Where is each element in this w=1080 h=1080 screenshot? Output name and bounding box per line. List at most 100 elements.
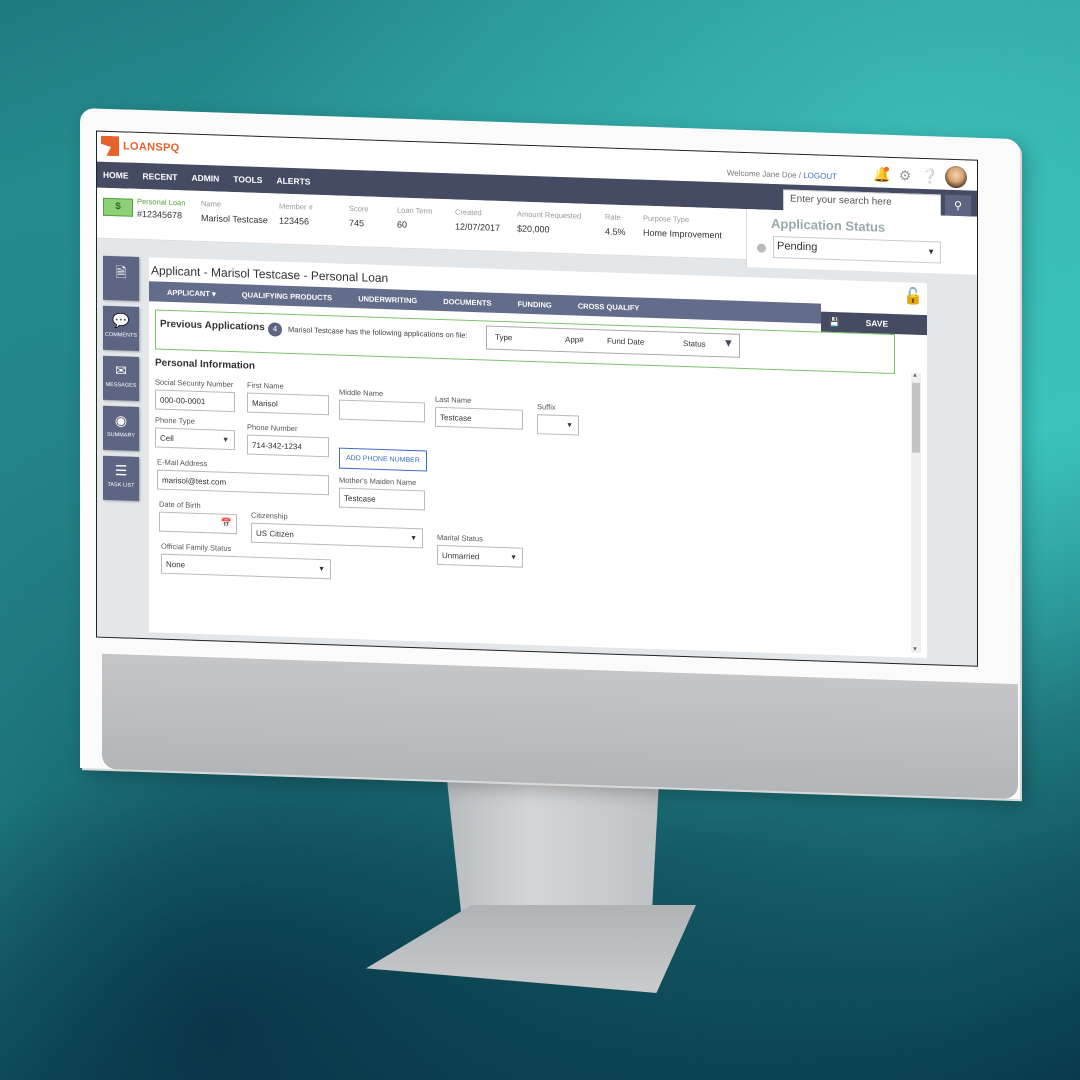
last-name-input[interactable]: Testcase: [435, 406, 523, 430]
info-label: Score: [349, 203, 369, 214]
logo[interactable]: LOANSPQ: [101, 136, 180, 159]
field-label: Suffix: [537, 402, 556, 412]
chevron-down-icon: ▼: [510, 554, 517, 562]
family-status-field: Official Family Status None ▼: [161, 542, 331, 580]
tab-cross-qualify[interactable]: CROSS QUALIFY: [578, 301, 640, 312]
family-status-select[interactable]: None ▼: [161, 553, 331, 580]
application-status-panel: Application Status Pending ▼: [746, 209, 977, 275]
calendar-icon[interactable]: 📅: [221, 518, 232, 529]
citizenship-select[interactable]: US Citizen ▼: [251, 522, 423, 549]
status-select[interactable]: Pending ▼: [773, 235, 941, 264]
save-label: SAVE: [865, 318, 889, 329]
phone-type-field: Phone Type Cell ▼: [155, 415, 235, 451]
previous-applications-dropdown[interactable]: Type App# Fund Date Status ▼: [486, 325, 740, 358]
info-value: 123456: [279, 215, 310, 227]
nav-tools[interactable]: TOOLS: [233, 174, 262, 185]
phone-number-input[interactable]: 714-342-1234: [247, 434, 329, 458]
help-icon[interactable]: ❔: [921, 168, 938, 185]
loan-type-label: Personal Loan: [137, 196, 186, 208]
previous-applications-title: Previous Applications: [160, 318, 265, 334]
info-label: Member #: [279, 201, 313, 212]
first-name-input[interactable]: Marisol: [247, 392, 329, 416]
suffix-select[interactable]: ▼: [537, 414, 579, 436]
info-label: Purpose Type: [643, 213, 690, 225]
info-label: Name: [201, 199, 222, 209]
first-name-field: First Name Marisol: [247, 381, 329, 416]
sidebar-label: [103, 289, 139, 290]
sidebar-item-messages[interactable]: ✉ MESSAGES: [103, 355, 139, 401]
info-value: $20,000: [517, 223, 550, 235]
phone-number-field: Phone Number 714-342-1234: [247, 423, 329, 458]
nav-home[interactable]: HOME: [103, 170, 129, 181]
last-name-field: Last Name Testcase: [435, 395, 523, 430]
sidebar-label: SUMMARY: [106, 431, 135, 439]
sidebar-label: TASK LIST: [107, 481, 135, 489]
suffix-field: Suffix ▼: [537, 402, 579, 436]
middle-name-input[interactable]: [339, 399, 425, 423]
list-icon: ☰: [114, 462, 128, 479]
gear-icon[interactable]: ⚙: [897, 167, 913, 184]
logo-icon: [101, 136, 119, 157]
dob-input[interactable]: 📅: [159, 511, 237, 535]
tab-documents[interactable]: DOCUMENTS: [443, 297, 491, 308]
info-label: Amount Requested: [517, 209, 582, 221]
chevron-down-icon: ▼: [410, 534, 417, 543]
middle-name-field: Middle Name: [339, 388, 425, 423]
nav-recent[interactable]: RECENT: [143, 171, 178, 182]
scrollbar[interactable]: ▲ ▼: [911, 372, 921, 653]
info-label: Loan Term: [397, 205, 433, 216]
notification-dot: [884, 166, 889, 172]
ssn-input[interactable]: 000-00-0001: [155, 389, 235, 413]
bell-icon[interactable]: 🔔: [873, 166, 890, 183]
scrollbar-thumb[interactable]: [912, 382, 920, 453]
chevron-down-icon: ▼: [318, 565, 325, 574]
phone-type-select[interactable]: Cell ▼: [155, 427, 235, 451]
search-icon[interactable]: ⚲: [945, 194, 971, 218]
chevron-down-icon[interactable]: ▼: [723, 337, 734, 349]
avatar[interactable]: [945, 165, 967, 189]
sidebar-item-document[interactable]: 🗎: [103, 255, 139, 301]
logout-link[interactable]: LOGOUT: [803, 171, 837, 181]
chevron-down-icon: ▼: [222, 436, 229, 444]
field-label: Middle Name: [339, 387, 384, 399]
tab-qualifying-products[interactable]: QUALIFYING PRODUCTS: [242, 290, 332, 302]
column-header: Status: [683, 339, 706, 349]
welcome-text: Welcome Jane Doe / LOGOUT: [727, 168, 837, 181]
sidebar-item-summary[interactable]: ◉ SUMMARY: [103, 405, 139, 451]
tab-underwriting[interactable]: UNDERWRITING: [358, 294, 417, 305]
unlock-icon[interactable]: 🔓: [903, 286, 923, 307]
email-input[interactable]: marisol@test.com: [157, 469, 329, 496]
scroll-up-icon[interactable]: ▲: [912, 373, 918, 379]
column-header: App#: [565, 335, 584, 345]
sidebar-item-comments[interactable]: 💬 COMMENTS: [103, 305, 139, 351]
envelope-icon: ✉: [115, 362, 127, 379]
info-value: Marisol Testcase: [201, 213, 268, 226]
status-indicator: [757, 243, 766, 253]
document-icon: 🗎: [115, 264, 127, 281]
marital-status-select[interactable]: Unmarried ▼: [437, 544, 523, 568]
nav-admin[interactable]: ADMIN: [191, 173, 219, 184]
tab-applicant[interactable]: APPLICANT ▾: [167, 287, 216, 298]
money-icon: $: [103, 197, 133, 217]
maiden-name-input[interactable]: Testcase: [339, 487, 425, 511]
dob-field: Date of Birth 📅: [159, 500, 237, 535]
side-toolbar: 🗎 💬 COMMENTS ✉ MESSAGES ◉ SUMMARY ☰ TASK LIS…: [103, 255, 139, 507]
add-phone-number-button[interactable]: ADD PHONE NUMBER: [339, 447, 427, 472]
status-title: Application Status: [771, 215, 886, 235]
floppy-icon: 💾: [829, 316, 840, 328]
info-value: Home Improvement: [643, 227, 723, 241]
field-label: Social Security Number: [155, 377, 234, 390]
select-value: Unmarried: [442, 551, 480, 562]
sidebar-label: COMMENTS: [104, 331, 138, 339]
info-label: Rate: [605, 212, 621, 222]
tab-funding[interactable]: FUNDING: [518, 299, 552, 309]
field-label: First Name: [247, 380, 284, 391]
nav-alerts[interactable]: ALERTS: [276, 176, 310, 187]
scroll-down-icon[interactable]: ▼: [912, 647, 918, 653]
comment-icon: 💬: [112, 312, 130, 329]
field-label: Mother's Maiden Name: [339, 475, 417, 488]
select-value: US Citizen: [256, 528, 294, 540]
brand-name: LOANSPQ: [123, 140, 180, 155]
field-label: Last Name: [435, 394, 472, 405]
sidebar-item-task-list[interactable]: ☰ TASK LIST: [103, 455, 139, 501]
